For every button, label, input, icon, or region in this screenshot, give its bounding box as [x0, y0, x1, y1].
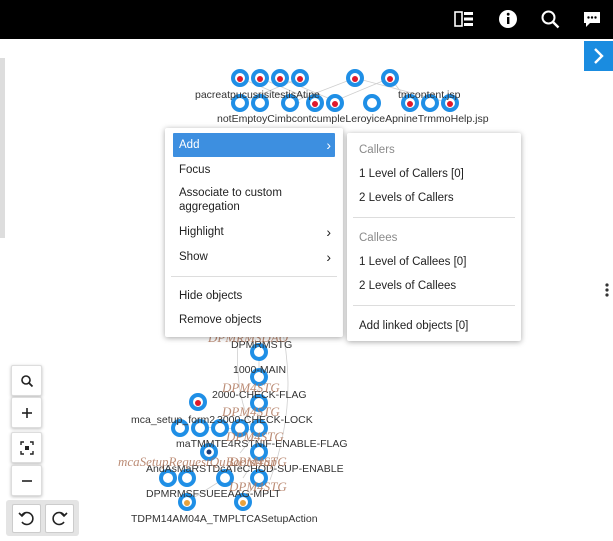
chevron-right-icon	[594, 48, 604, 64]
aggregation-label: DPM4STG	[228, 479, 287, 494]
node-label: mca_setup_form2	[131, 414, 215, 426]
menu-item-focus[interactable]: Focus	[173, 158, 335, 182]
zoom-in-button[interactable]	[11, 397, 42, 428]
minus-icon	[21, 479, 32, 482]
aggregation-label: DPM4STG	[221, 380, 280, 395]
menu-divider	[353, 217, 515, 218]
undo-button[interactable]	[12, 504, 41, 533]
aggregation-label: mcaSetupRequestQuBootstrap	[118, 454, 277, 469]
menu-item-highlight[interactable]: Highlight ›	[173, 220, 335, 244]
chevron-right-icon: ›	[326, 249, 331, 265]
node-label: tmcontent.jsp	[398, 89, 461, 101]
menu-item-label: Associate to custom aggregation	[179, 187, 282, 213]
menu-divider	[353, 305, 515, 306]
layout-icon[interactable]	[453, 8, 475, 30]
submenu-item-add-linked[interactable]: Add linked objects [0]	[353, 314, 515, 338]
submenu-item-callees-2[interactable]: 2 Levels of Callees	[353, 274, 515, 298]
more-options-icon[interactable]	[604, 282, 610, 298]
search-icon[interactable]	[539, 8, 561, 30]
node-label: notEmptoyCimbcontcumpleLeroyiceApnineTrm…	[217, 113, 489, 125]
history-controls	[6, 500, 79, 536]
chevron-right-icon: ›	[326, 137, 331, 153]
magnifier-icon	[20, 374, 33, 387]
vertical-scrollbar[interactable]	[0, 58, 5, 238]
context-menu: Add › Focus Associate to custom aggregat…	[165, 128, 343, 337]
zoom-search-button[interactable]	[11, 365, 42, 396]
menu-item-label: Add	[179, 139, 200, 151]
fit-screen-icon	[19, 440, 34, 455]
submenu-item-callers-2[interactable]: 2 Levels of Callers	[353, 186, 515, 210]
undo-icon	[18, 511, 34, 526]
menu-item-label: Focus	[179, 164, 211, 176]
callees-header: Callees	[359, 232, 398, 244]
submenu-item-callees-1[interactable]: 1 Level of Callees [0]	[353, 250, 515, 274]
node-label: 1000-MAIN	[233, 364, 286, 376]
node-label: TDPM14AM04A_TMPLTCASetupAction	[131, 513, 318, 525]
submenu-item-callers-1[interactable]: 1 Level of Callers [0]	[353, 162, 515, 186]
plus-icon	[21, 407, 32, 418]
zoom-out-button[interactable]	[11, 465, 42, 496]
node-label: pacreatpucusrisitestisAtipe	[195, 89, 320, 101]
add-submenu: Callers 1 Level of Callers [0] 2 Levels …	[347, 133, 521, 341]
expand-panel-button[interactable]	[584, 41, 613, 71]
top-toolbar	[0, 0, 613, 39]
menu-item-add[interactable]: Add ›	[173, 133, 335, 157]
fit-to-screen-button[interactable]	[11, 432, 42, 463]
aggregation-label: DPM4STG	[221, 404, 280, 419]
aggregation-label: DPM4STG	[225, 429, 284, 444]
menu-item-label: Show	[179, 251, 208, 263]
redo-button[interactable]	[45, 504, 74, 533]
menu-item-hide[interactable]: Hide objects	[173, 284, 335, 308]
menu-item-remove[interactable]: Remove objects	[173, 308, 335, 332]
menu-item-label: Remove objects	[179, 314, 262, 326]
comment-icon[interactable]	[581, 8, 603, 30]
menu-item-show[interactable]: Show ›	[173, 245, 335, 269]
redo-icon	[52, 511, 68, 526]
menu-item-associate[interactable]: Associate to custom aggregation	[173, 183, 335, 215]
menu-divider	[171, 276, 337, 277]
chevron-right-icon: ›	[326, 224, 331, 240]
info-icon[interactable]	[497, 8, 519, 30]
menu-item-label: Hide objects	[179, 290, 243, 302]
callers-header: Callers	[359, 144, 395, 156]
menu-item-label: Highlight	[179, 226, 224, 238]
